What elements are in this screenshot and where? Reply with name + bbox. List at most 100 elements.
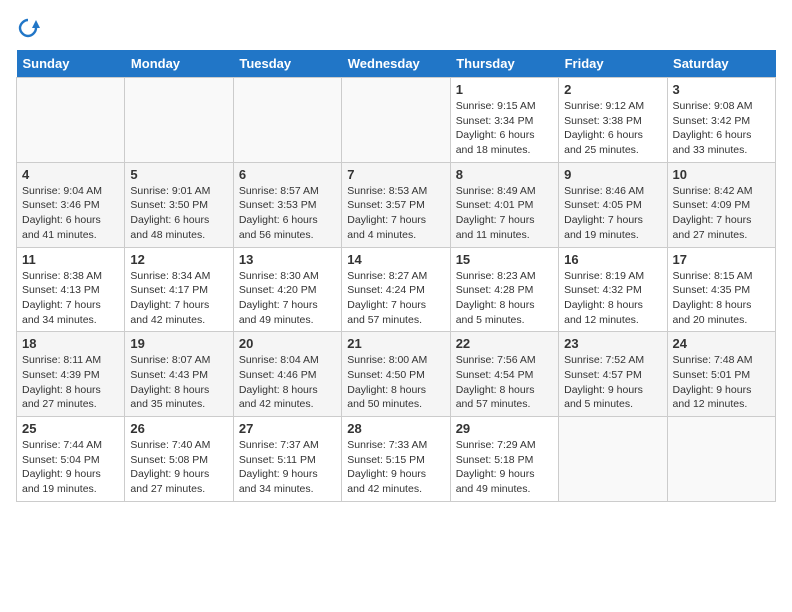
calendar-cell	[342, 78, 450, 163]
day-number: 1	[456, 82, 553, 97]
calendar-cell: 12 Sunrise: 8:34 AMSunset: 4:17 PMDayligh…	[125, 247, 233, 332]
day-number: 17	[673, 252, 770, 267]
day-number: 11	[22, 252, 119, 267]
weekday-header-row: SundayMondayTuesdayWednesdayThursdayFrid…	[17, 50, 776, 78]
calendar-cell	[233, 78, 341, 163]
calendar-cell	[17, 78, 125, 163]
header	[16, 16, 776, 40]
day-number: 12	[130, 252, 227, 267]
calendar-cell: 23 Sunrise: 7:52 AMSunset: 4:57 PMDayligh…	[559, 332, 667, 417]
calendar-cell: 9 Sunrise: 8:46 AMSunset: 4:05 PMDaylight…	[559, 162, 667, 247]
day-number: 3	[673, 82, 770, 97]
week-row-2: 4 Sunrise: 9:04 AMSunset: 3:46 PMDaylight…	[17, 162, 776, 247]
day-number: 4	[22, 167, 119, 182]
weekday-header-sunday: Sunday	[17, 50, 125, 78]
day-number: 13	[239, 252, 336, 267]
calendar-cell: 5 Sunrise: 9:01 AMSunset: 3:50 PMDaylight…	[125, 162, 233, 247]
day-number: 21	[347, 336, 444, 351]
day-info: Sunrise: 9:01 AMSunset: 3:50 PMDaylight:…	[130, 184, 227, 243]
day-number: 26	[130, 421, 227, 436]
day-number: 28	[347, 421, 444, 436]
week-row-3: 11 Sunrise: 8:38 AMSunset: 4:13 PMDayligh…	[17, 247, 776, 332]
calendar-cell: 26 Sunrise: 7:40 AMSunset: 5:08 PMDayligh…	[125, 417, 233, 502]
day-number: 6	[239, 167, 336, 182]
calendar-cell: 19 Sunrise: 8:07 AMSunset: 4:43 PMDayligh…	[125, 332, 233, 417]
calendar-cell: 22Sunrise: 7:56 AMSunset: 4:54 PMDayligh…	[450, 332, 558, 417]
day-info: Sunrise: 8:23 AMSunset: 4:28 PMDaylight:…	[456, 269, 553, 328]
calendar-cell: 1 Sunrise: 9:15 AMSunset: 3:34 PMDaylight…	[450, 78, 558, 163]
day-info: Sunrise: 7:44 AMSunset: 5:04 PMDaylight:…	[22, 438, 119, 497]
calendar-cell: 3 Sunrise: 9:08 AMSunset: 3:42 PMDaylight…	[667, 78, 775, 163]
calendar-cell: 14 Sunrise: 8:27 AMSunset: 4:24 PMDayligh…	[342, 247, 450, 332]
day-info: Sunrise: 8:42 AMSunset: 4:09 PMDaylight:…	[673, 184, 770, 243]
calendar-cell: 21Sunrise: 8:00 AMSunset: 4:50 PMDayligh…	[342, 332, 450, 417]
day-number: 19	[130, 336, 227, 351]
day-number: 29	[456, 421, 553, 436]
weekday-header-tuesday: Tuesday	[233, 50, 341, 78]
calendar-cell: 20Sunrise: 8:04 AMSunset: 4:46 PMDayligh…	[233, 332, 341, 417]
logo-icon	[16, 16, 40, 40]
day-number: 5	[130, 167, 227, 182]
calendar-cell: 29 Sunrise: 7:29 AMSunset: 5:18 PMDayligh…	[450, 417, 558, 502]
day-info: Sunrise: 8:11 AMSunset: 4:39 PMDaylight:…	[22, 353, 119, 412]
week-row-4: 18 Sunrise: 8:11 AMSunset: 4:39 PMDayligh…	[17, 332, 776, 417]
day-number: 7	[347, 167, 444, 182]
calendar-cell: 28 Sunrise: 7:33 AMSunset: 5:15 PMDayligh…	[342, 417, 450, 502]
calendar-cell: 16 Sunrise: 8:19 AMSunset: 4:32 PMDayligh…	[559, 247, 667, 332]
day-info: Sunrise: 7:37 AMSunset: 5:11 PMDaylight:…	[239, 438, 336, 497]
calendar-cell	[667, 417, 775, 502]
day-info: Sunrise: 7:33 AMSunset: 5:15 PMDaylight:…	[347, 438, 444, 497]
calendar-cell: 18 Sunrise: 8:11 AMSunset: 4:39 PMDayligh…	[17, 332, 125, 417]
day-info: Sunrise: 9:08 AMSunset: 3:42 PMDaylight:…	[673, 99, 770, 158]
day-info: Sunrise: 9:12 AMSunset: 3:38 PMDaylight:…	[564, 99, 661, 158]
calendar-cell: 10 Sunrise: 8:42 AMSunset: 4:09 PMDayligh…	[667, 162, 775, 247]
calendar-cell	[125, 78, 233, 163]
day-info: Sunrise: 8:49 AMSunset: 4:01 PMDaylight:…	[456, 184, 553, 243]
weekday-header-thursday: Thursday	[450, 50, 558, 78]
day-info: Sunrise: 8:57 AMSunset: 3:53 PMDaylight:…	[239, 184, 336, 243]
day-number: 24	[673, 336, 770, 351]
day-number: 14	[347, 252, 444, 267]
day-number: 10	[673, 167, 770, 182]
day-info: Sunrise: 8:27 AMSunset: 4:24 PMDaylight:…	[347, 269, 444, 328]
day-info: Sunrise: 9:04 AMSunset: 3:46 PMDaylight:…	[22, 184, 119, 243]
calendar-cell: 6 Sunrise: 8:57 AMSunset: 3:53 PMDaylight…	[233, 162, 341, 247]
calendar-cell: 17 Sunrise: 8:15 AMSunset: 4:35 PMDayligh…	[667, 247, 775, 332]
calendar-cell: 2 Sunrise: 9:12 AMSunset: 3:38 PMDaylight…	[559, 78, 667, 163]
day-info: Sunrise: 8:53 AMSunset: 3:57 PMDaylight:…	[347, 184, 444, 243]
day-info: Sunrise: 7:52 AMSunset: 4:57 PMDaylight:…	[564, 353, 661, 412]
week-row-1: 1 Sunrise: 9:15 AMSunset: 3:34 PMDaylight…	[17, 78, 776, 163]
logo	[16, 16, 44, 40]
day-info: Sunrise: 7:56 AMSunset: 4:54 PMDaylight:…	[456, 353, 553, 412]
day-number: 18	[22, 336, 119, 351]
day-number: 15	[456, 252, 553, 267]
calendar-cell: 11 Sunrise: 8:38 AMSunset: 4:13 PMDayligh…	[17, 247, 125, 332]
weekday-header-monday: Monday	[125, 50, 233, 78]
calendar-cell: 15 Sunrise: 8:23 AMSunset: 4:28 PMDayligh…	[450, 247, 558, 332]
day-info: Sunrise: 8:38 AMSunset: 4:13 PMDaylight:…	[22, 269, 119, 328]
weekday-header-saturday: Saturday	[667, 50, 775, 78]
day-info: Sunrise: 8:19 AMSunset: 4:32 PMDaylight:…	[564, 269, 661, 328]
day-number: 27	[239, 421, 336, 436]
weekday-header-wednesday: Wednesday	[342, 50, 450, 78]
day-info: Sunrise: 8:15 AMSunset: 4:35 PMDaylight:…	[673, 269, 770, 328]
calendar-cell: 24 Sunrise: 7:48 AMSunset: 5:01 PMDayligh…	[667, 332, 775, 417]
day-info: Sunrise: 8:04 AMSunset: 4:46 PMDaylight:…	[239, 353, 336, 412]
day-info: Sunrise: 8:07 AMSunset: 4:43 PMDaylight:…	[130, 353, 227, 412]
day-number: 23	[564, 336, 661, 351]
day-number: 25	[22, 421, 119, 436]
day-info: Sunrise: 7:40 AMSunset: 5:08 PMDaylight:…	[130, 438, 227, 497]
day-info: Sunrise: 8:30 AMSunset: 4:20 PMDaylight:…	[239, 269, 336, 328]
day-info: Sunrise: 8:46 AMSunset: 4:05 PMDaylight:…	[564, 184, 661, 243]
day-number: 9	[564, 167, 661, 182]
day-info: Sunrise: 7:29 AMSunset: 5:18 PMDaylight:…	[456, 438, 553, 497]
day-info: Sunrise: 8:34 AMSunset: 4:17 PMDaylight:…	[130, 269, 227, 328]
day-number: 16	[564, 252, 661, 267]
calendar-cell	[559, 417, 667, 502]
calendar-cell: 4 Sunrise: 9:04 AMSunset: 3:46 PMDaylight…	[17, 162, 125, 247]
day-info: Sunrise: 7:48 AMSunset: 5:01 PMDaylight:…	[673, 353, 770, 412]
day-info: Sunrise: 9:15 AMSunset: 3:34 PMDaylight:…	[456, 99, 553, 158]
day-number: 2	[564, 82, 661, 97]
calendar-cell: 13 Sunrise: 8:30 AMSunset: 4:20 PMDayligh…	[233, 247, 341, 332]
calendar-cell: 27 Sunrise: 7:37 AMSunset: 5:11 PMDayligh…	[233, 417, 341, 502]
